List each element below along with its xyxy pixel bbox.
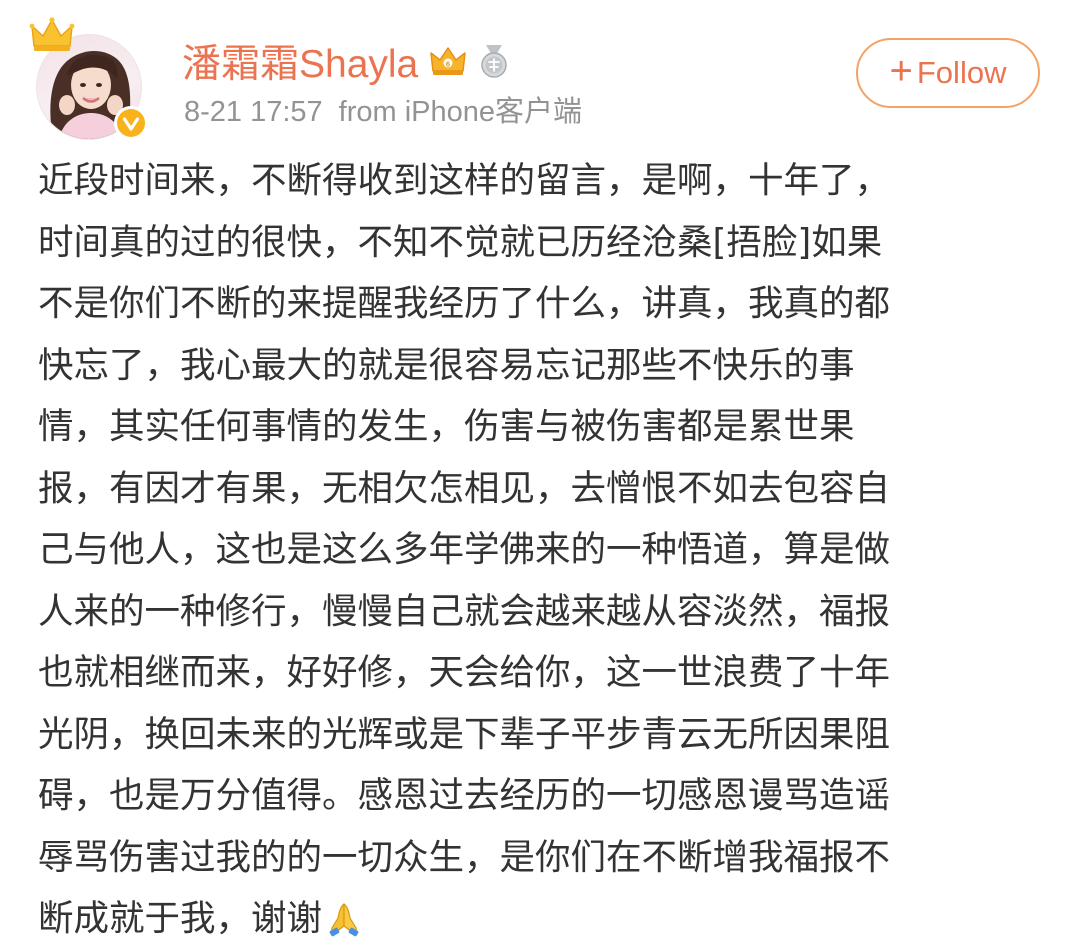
post-content: 近段时间来，不断得收到这样的留言，是啊，十年了， 时间真的过的很快，不知不觉就已… [38,150,1048,950]
verified-icon [117,109,145,137]
crown-icon [29,17,75,51]
post-text-line: 己与他人，这也是这么多年学佛来的一种悟道，算是做 [38,529,891,570]
post-text-line: 光阴，换回未来的光辉或是下辈子平步青云无所因果阻 [38,713,891,755]
post-time[interactable]: 8-21 17:57 [184,96,323,128]
post-text-line: 报，有因才有果，无相欠怎相见，去憎恨不如去包容自 [38,467,891,509]
post-text-line: 不是你们不断的来提醒我经历了什么，讲真，我真的都 [38,283,891,324]
praying-hands-icon [329,903,359,937]
post-text-line: 碍，也是万分值得。感恩过去经历的一切感恩谩骂造谣 [38,775,891,816]
plus-icon: + [889,49,913,93]
verified-badge [114,106,148,140]
post-text-line: 快忘了，我心最大的就是很容易忘记那些不快乐的事 [38,344,855,386]
post-text-line: 时间真的过的很快，不知不觉就已历经沧桑[捂脸]如果 [38,221,883,263]
post-text-line: 情，其实任何事情的发生，伤害与被伤害都是累世果 [38,406,855,447]
post-text-line: 辱骂伤害过我的的一切众生，是你们在不断增我福报不 [38,836,891,878]
post-meta: 8-21 17:57 from iPhone客户端 [184,88,582,130]
post-text-last-segment: 断成就于我，谢谢 [38,898,323,939]
post-text-line-last: 断成就于我，谢谢 [38,888,1048,950]
post-text-line: 也就相继而来，好好修，天会给你，这一世浪费了十年 [38,652,891,693]
author-row: 潘霜霜Shayla 6 [182,36,512,86]
weibo-post: 潘霜霜Shayla 6 8-21 17:57 from iPhone客户端 + F… [0,0,1080,941]
medal-icon[interactable] [476,43,512,79]
svg-text:6: 6 [446,59,450,68]
post-source: from iPhone客户端 [338,96,583,128]
follow-button[interactable]: + Follow [856,38,1040,108]
post-text-line: 近段时间来，不断得收到这样的留言，是啊，十年了， [38,160,891,201]
post-text-line: 人来的一种修行，慢慢自己就会越来越从容淡然，福报 [38,590,891,632]
follow-label: Follow [916,55,1007,90]
avatar-container[interactable] [29,17,148,140]
vip-crown-icon[interactable]: 6 [428,44,468,78]
username[interactable]: 潘霜霜Shayla [182,33,418,89]
